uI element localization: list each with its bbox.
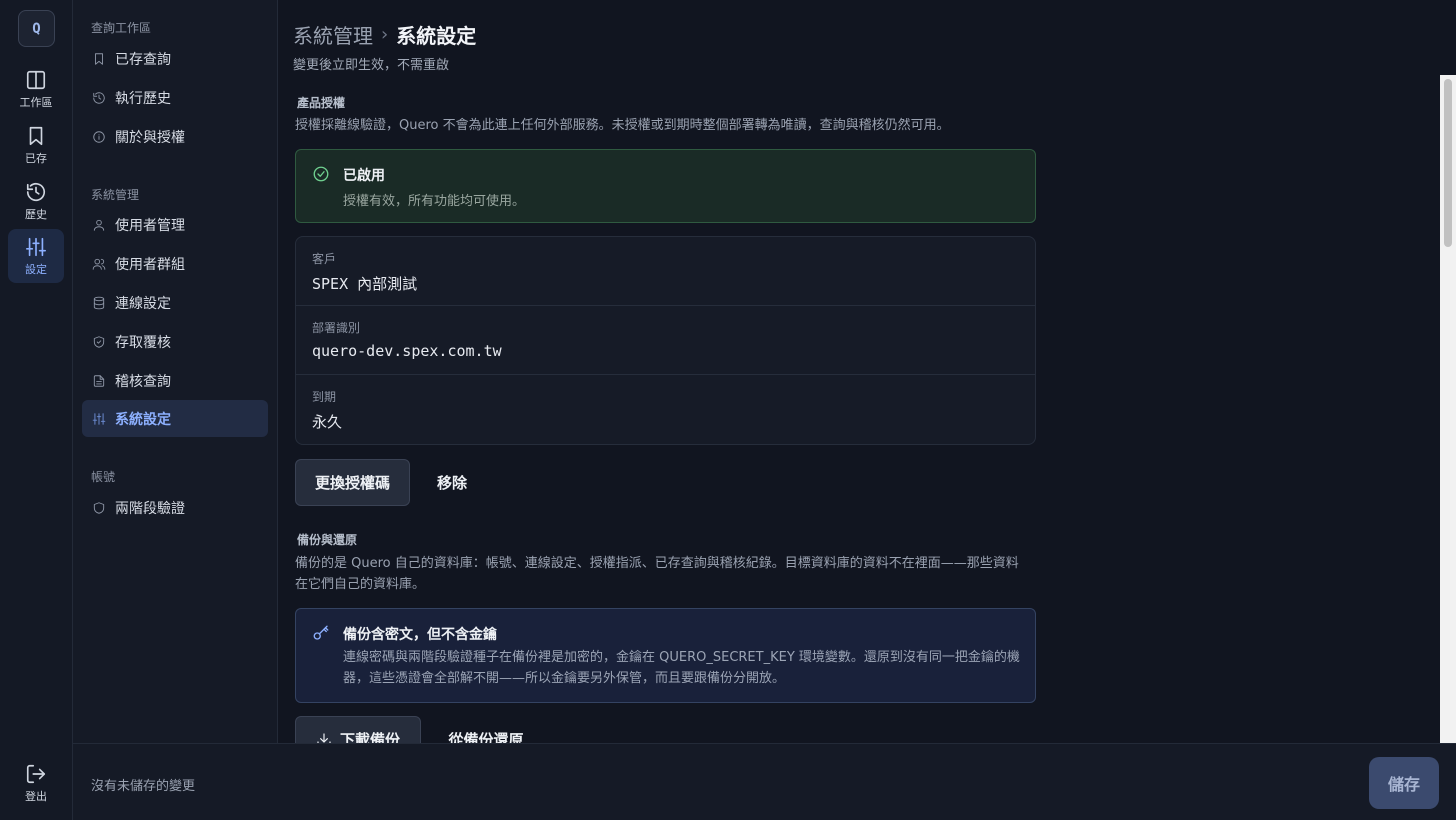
shield-icon (93, 501, 105, 514)
nav-item-user-management[interactable]: 使用者管理 (82, 206, 268, 243)
license-field-expiry: 到期 永久 (296, 375, 1035, 444)
nav-item-label: 執行歷史 (115, 90, 171, 107)
breadcrumb: 系統管理 › 系統設定 (293, 20, 476, 49)
nav-item-label: 關於與授權 (115, 129, 185, 146)
replace-license-button[interactable]: 更換授權碼 (295, 459, 410, 506)
nav-item-label: 兩階段驗證 (115, 500, 185, 517)
breadcrumb-parent[interactable]: 系統管理 (293, 20, 373, 49)
section-title-backup: 備份與還原 (297, 533, 358, 547)
license-field-deployment-id: 部署識別 quero-dev.spex.com.tw (296, 306, 1035, 375)
logout-icon (26, 764, 46, 783)
license-details: 客戶 SPEX 內部測試 部署識別 quero-dev.spex.com.tw … (295, 236, 1036, 445)
license-field-customer: 客戶 SPEX 內部測試 (296, 237, 1035, 306)
download-backup-label: 下載備份 (339, 731, 400, 743)
main-content: 系統管理 › 系統設定 變更後立即生效，不需重啟 產品授權 授權採離線驗證，Qu… (278, 0, 1456, 743)
nav-item-label: 使用者管理 (115, 217, 185, 234)
backup-key-notice: 備份含密文，但不含金鑰 連線密碼與兩階段驗證種子在備份裡是加密的，金鑰在 QUE… (295, 608, 1036, 703)
nav-section-title: 查詢工作區 (91, 21, 152, 35)
info-icon (93, 130, 105, 143)
sliders-icon (26, 237, 46, 256)
remove-license-button[interactable]: 移除 (424, 459, 480, 506)
field-label: 部署識別 (312, 321, 361, 335)
download-backup-button[interactable]: 下載備份 (295, 716, 421, 743)
nav-item-system-settings[interactable]: 系統設定 (82, 400, 268, 437)
nav-item-run-history[interactable]: 執行歷史 (82, 79, 268, 116)
rail-item-settings[interactable]: 設定 (8, 229, 64, 283)
nav-item-access-review[interactable]: 存取覆核 (82, 323, 268, 360)
field-label: 到期 (312, 390, 337, 404)
bookmark-icon (95, 52, 103, 65)
field-value: 永久 (312, 413, 343, 431)
nav-item-about-license[interactable]: 關於與授權 (82, 118, 268, 155)
sidebar-nav: 查詢工作區 已存查詢 執行歷史 關於與授權 系統管理 使用者管理 使用者群組 連… (73, 0, 278, 743)
nav-item-saved-queries[interactable]: 已存查詢 (82, 40, 268, 77)
field-label: 客戶 (312, 252, 337, 266)
nav-item-label: 稽核查詢 (115, 373, 171, 390)
rail-item-label: 已存 (25, 151, 47, 165)
columns-icon (26, 70, 46, 89)
download-icon (317, 732, 331, 743)
history-icon (93, 91, 105, 104)
nav-section-title: 帳號 (91, 470, 116, 484)
nav-item-label: 系統設定 (115, 411, 171, 428)
breadcrumb-separator: › (381, 24, 389, 45)
section-desc-license: 授權採離線驗證，Quero 不會為此連上任何外部服務。未授權或到期時整個部署轉為… (295, 118, 950, 133)
bookmark-icon (29, 126, 43, 145)
unsaved-status: 沒有未儲存的變更 (91, 779, 196, 794)
rail-item-history[interactable]: 歷史 (8, 174, 64, 228)
nav-item-connection-settings[interactable]: 連線設定 (82, 284, 268, 321)
file-text-icon (93, 374, 105, 387)
icon-rail: Q 工作區 已存 歷史 設定 登出 (0, 0, 73, 820)
rail-item-saved[interactable]: 已存 (8, 118, 64, 172)
nav-item-label: 使用者群組 (115, 256, 185, 273)
sliders-icon (92, 412, 106, 425)
key-icon (313, 625, 329, 640)
rail-item-workspace[interactable]: 工作區 (8, 62, 64, 116)
rail-item-label: 設定 (25, 262, 47, 276)
users-icon (92, 258, 106, 270)
field-value: SPEX 內部測試 (312, 275, 418, 293)
shield-check-icon (93, 335, 105, 348)
save-button[interactable]: 儲存 (1369, 757, 1439, 809)
nav-item-user-groups[interactable]: 使用者群組 (82, 245, 268, 282)
restore-backup-button[interactable]: 從備份還原 (436, 716, 536, 743)
nav-item-two-factor[interactable]: 兩階段驗證 (82, 489, 268, 526)
page-subtitle: 變更後立即生效，不需重啟 (293, 58, 450, 73)
user-icon (93, 219, 105, 231)
logout-label: 登出 (25, 789, 47, 803)
rail-item-label: 工作區 (19, 95, 53, 109)
scrollbar-thumb[interactable] (1444, 79, 1452, 247)
nav-item-label: 已存查詢 (115, 51, 171, 68)
backup-notice-desc: 連線密碼與兩階段驗證種子在備份裡是加密的，金鑰在 QUERO_SECRET_KE… (343, 650, 1020, 686)
nav-item-audit-query[interactable]: 稽核查詢 (82, 362, 268, 399)
license-status-desc: 授權有效，所有功能均可使用。 (343, 194, 526, 209)
section-desc-backup: 備份的是 Quero 自己的資料庫：帳號、連線設定、授權指派、已存查詢與稽核紀錄… (295, 556, 1019, 592)
nav-item-label: 連線設定 (115, 295, 171, 312)
nav-section-title: 系統管理 (91, 188, 140, 202)
section-title-license: 產品授權 (297, 96, 346, 110)
page-title: 系統設定 (396, 24, 477, 48)
backup-notice-title: 備份含密文，但不含金鑰 (343, 627, 497, 643)
check-circle-icon (313, 166, 329, 182)
database-icon (93, 296, 105, 309)
logout-button[interactable]: 登出 (8, 756, 64, 810)
nav-item-label: 存取覆核 (115, 334, 171, 351)
app-logo[interactable]: Q (18, 10, 55, 47)
rail-item-label: 歷史 (25, 207, 47, 221)
history-icon (26, 182, 46, 201)
license-status-title: 已啟用 (343, 168, 385, 184)
main-scrollbar[interactable] (1440, 75, 1456, 743)
bottom-bar: 沒有未儲存的變更 儲存 (73, 743, 1456, 820)
license-status-box: 已啟用 授權有效，所有功能均可使用。 (295, 149, 1036, 223)
field-value: quero-dev.spex.com.tw (312, 342, 502, 360)
